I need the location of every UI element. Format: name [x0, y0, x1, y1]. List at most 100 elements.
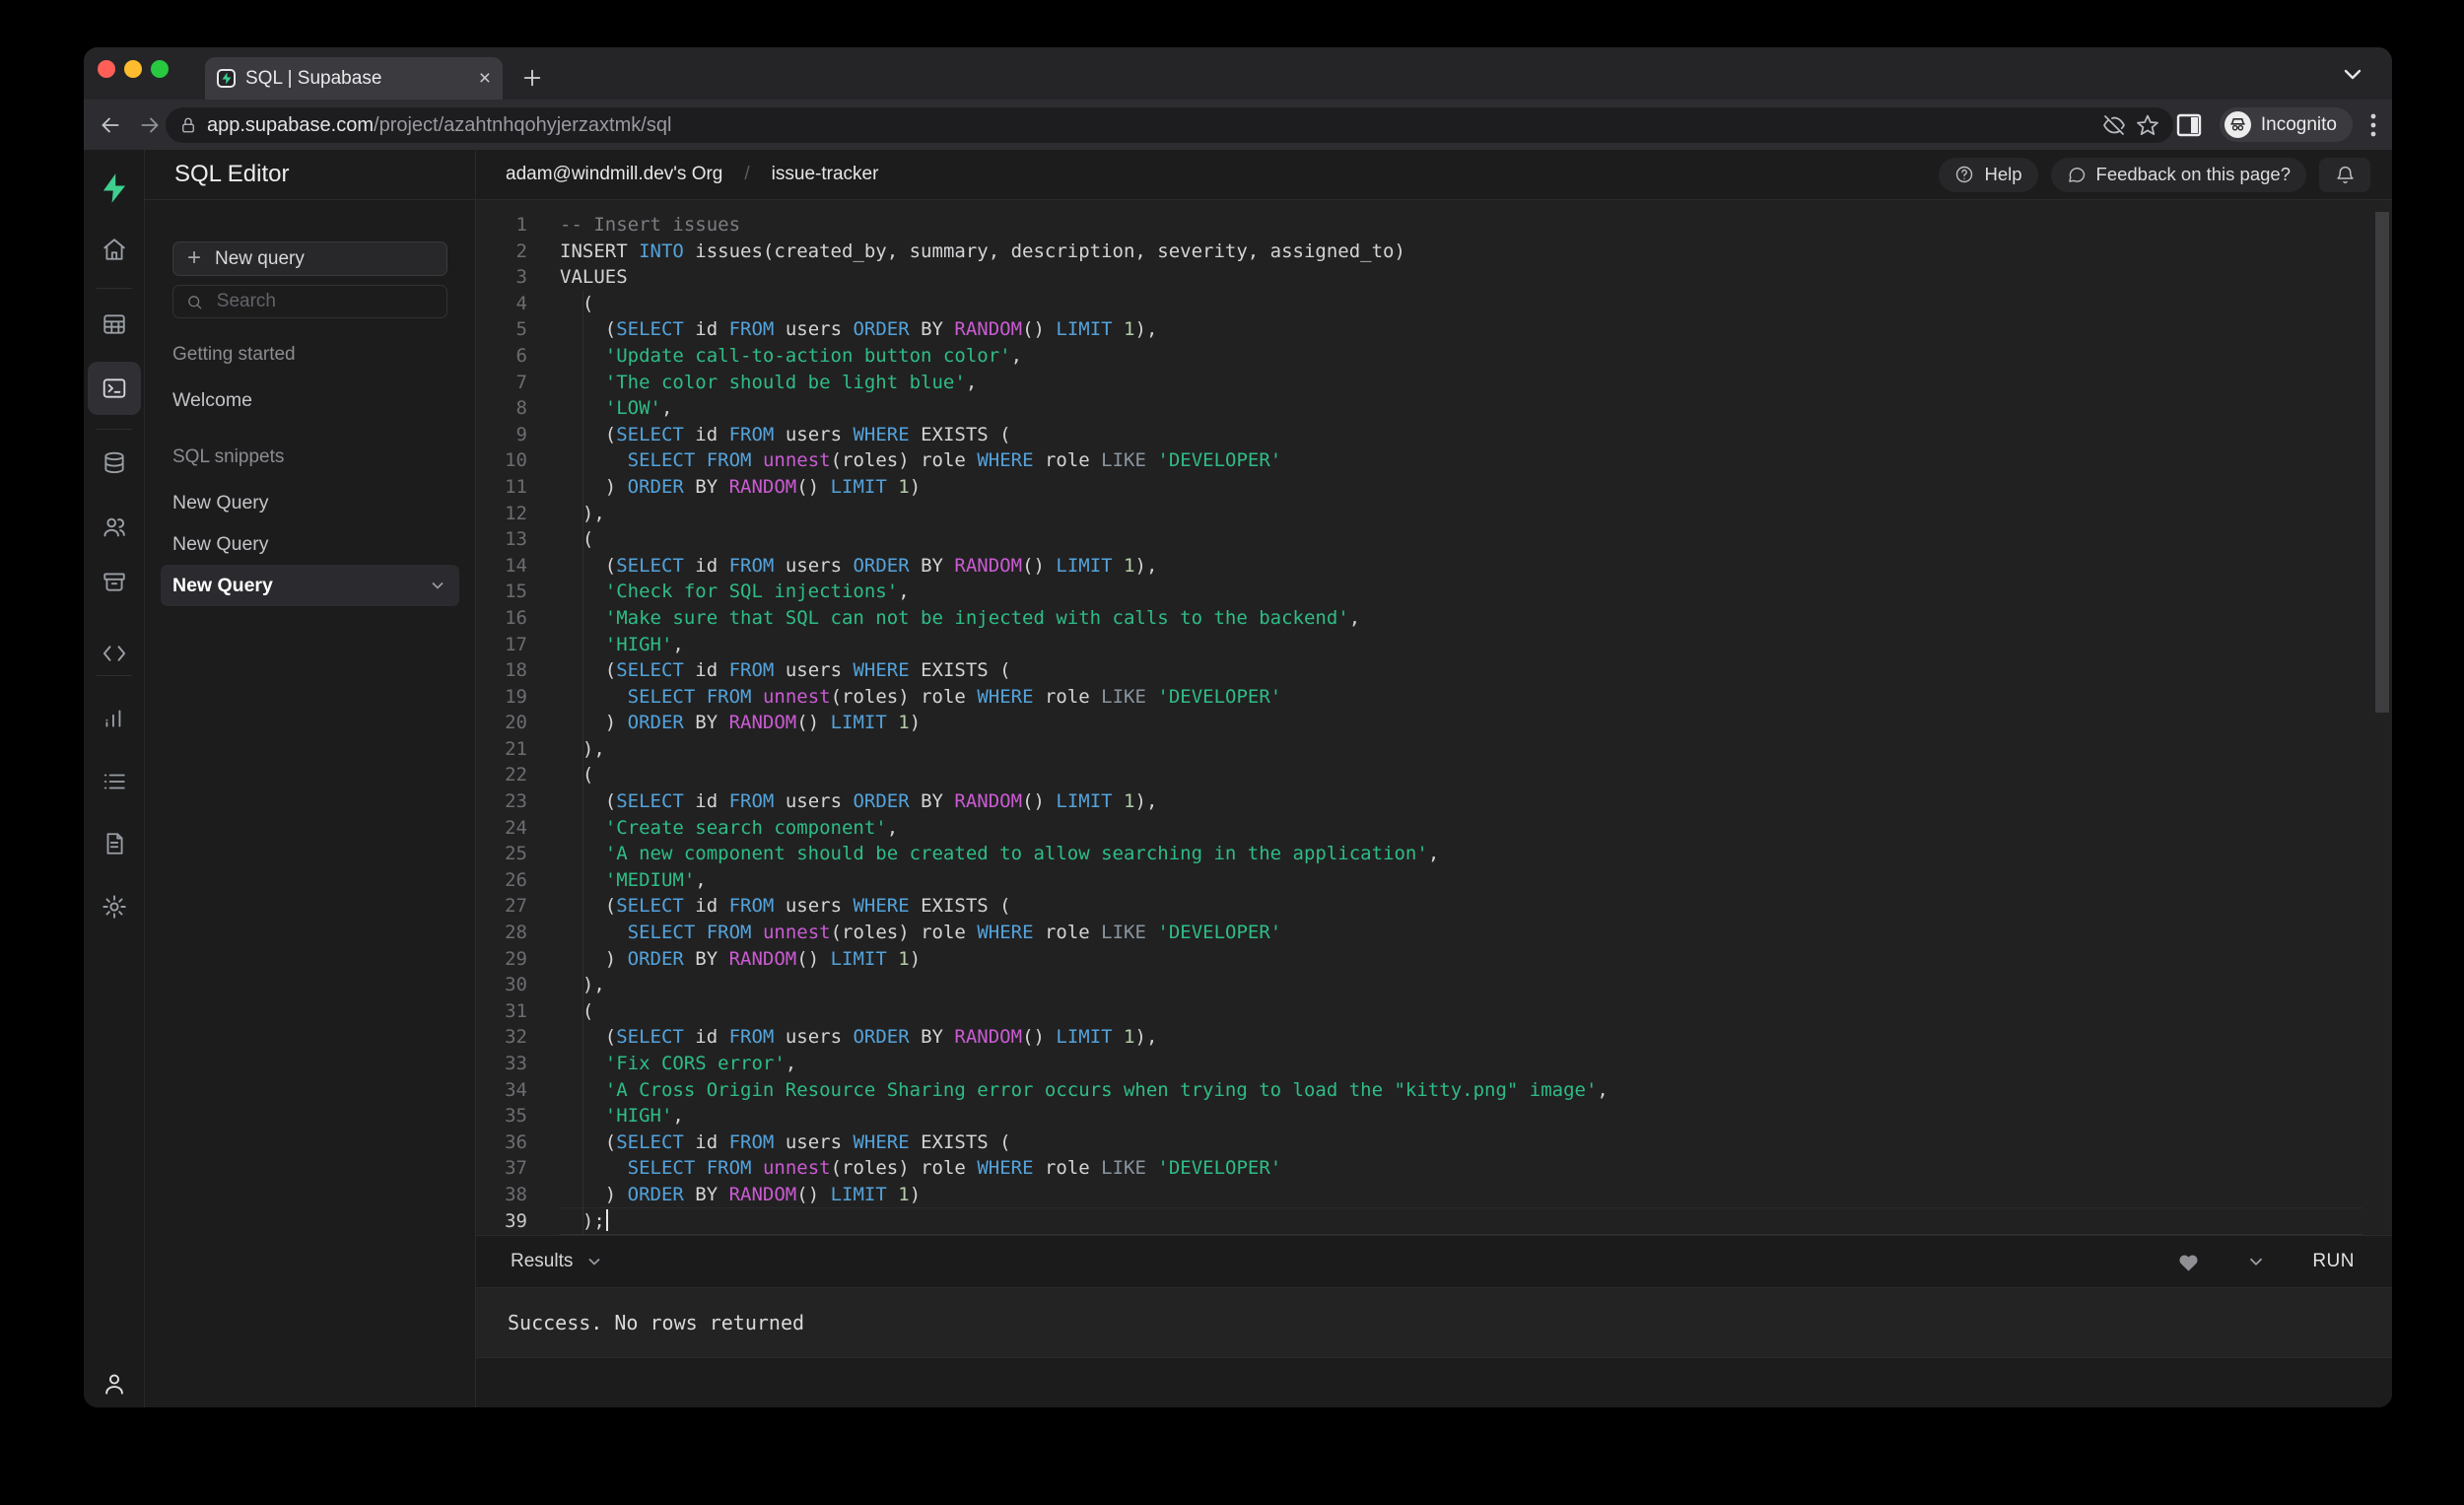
code-line[interactable]: ), — [560, 736, 2362, 763]
code-line[interactable]: (SELECT id FROM users ORDER BY RANDOM() … — [560, 553, 2362, 580]
close-window-button[interactable] — [98, 60, 115, 78]
sidebar-item[interactable]: Welcome — [161, 379, 459, 421]
browser-menu-icon[interactable] — [2370, 112, 2376, 138]
code-line[interactable]: ( — [560, 762, 2362, 788]
sql-editor-nav-active[interactable] — [88, 362, 141, 415]
code-line[interactable]: ( — [560, 526, 2362, 553]
favorite-heart-icon[interactable] — [2177, 1252, 2200, 1272]
sql-code-editor[interactable]: 1 2 3 4 5 6 7 8 9 10 11 12 13 14 15 16 17 18 19 20 21 22 23 24 2… — [476, 200, 2392, 1235]
code-line[interactable]: ( — [560, 291, 2362, 317]
line-number: 34 — [505, 1078, 527, 1101]
window-controls[interactable] — [98, 60, 169, 78]
code-line[interactable]: 'Check for SQL injections', — [560, 579, 2362, 605]
settings-gear-icon[interactable] — [101, 894, 127, 921]
code-line[interactable]: (SELECT id FROM users ORDER BY RANDOM() … — [560, 788, 2362, 815]
search-input[interactable] — [214, 290, 434, 313]
results-dropdown[interactable]: Results — [511, 1251, 604, 1272]
side-panel-icon[interactable] — [2176, 113, 2202, 137]
browser-tab[interactable]: SQL | Supabase × — [205, 57, 503, 100]
code-line[interactable]: 'Update call-to-action button color', — [560, 343, 2362, 370]
code-line[interactable]: ) ORDER BY RANDOM() LIMIT 1) — [560, 710, 2362, 736]
code-line[interactable]: 'Fix CORS error', — [560, 1051, 2362, 1077]
account-icon[interactable] — [101, 1371, 127, 1398]
url-path: /project/azahtnhqohyjerzaxtmk/sql — [374, 113, 672, 136]
help-button[interactable]: Help — [1939, 157, 2038, 192]
table-editor-icon[interactable] — [102, 311, 127, 337]
new-query-button[interactable]: + New query — [172, 241, 447, 276]
database-icon[interactable] — [102, 450, 127, 476]
home-icon[interactable] — [102, 237, 127, 262]
address-bar[interactable]: app.supabase.com/project/azahtnhqohyjerz… — [166, 107, 2173, 143]
line-number: 20 — [505, 712, 527, 734]
code-line[interactable]: (SELECT id FROM users ORDER BY RANDOM() … — [560, 316, 2362, 343]
storage-icon[interactable] — [102, 569, 127, 594]
code-line[interactable]: 'The color should be light blue', — [560, 370, 2362, 396]
notifications-button[interactable] — [2319, 157, 2370, 192]
code-line[interactable]: 'A Cross Origin Resource Sharing error o… — [560, 1077, 2362, 1104]
sidebar-item[interactable]: New Query — [161, 565, 459, 606]
new-tab-icon[interactable] — [521, 67, 543, 89]
code-line[interactable]: INSERT INTO issues(created_by, summary, … — [560, 239, 2362, 265]
run-options-chevron-icon[interactable] — [2245, 1251, 2267, 1272]
toolbar-right-cluster: Incognito — [2176, 107, 2376, 142]
supabase-favicon — [217, 69, 236, 88]
code-line[interactable]: (SELECT id FROM users WHERE EXISTS ( — [560, 422, 2362, 448]
code-line[interactable]: ) ORDER BY RANDOM() LIMIT 1) — [560, 474, 2362, 501]
code-line[interactable]: (SELECT id FROM users WHERE EXISTS ( — [560, 657, 2362, 684]
code-line[interactable]: ), — [560, 501, 2362, 527]
code-line[interactable]: 'LOW', — [560, 395, 2362, 422]
code-line[interactable]: 'Create search component', — [560, 815, 2362, 842]
code-line[interactable]: SELECT FROM unnest(roles) role WHERE rol… — [560, 684, 2362, 711]
eye-off-icon[interactable] — [2102, 113, 2126, 137]
code-line[interactable]: 'HIGH', — [560, 632, 2362, 658]
sidebar-item[interactable]: New Query — [161, 523, 459, 565]
code-line[interactable]: ); — [560, 1208, 2362, 1235]
logs-icon[interactable] — [102, 769, 127, 794]
auth-users-icon[interactable] — [101, 514, 127, 541]
code-line[interactable]: SELECT FROM unnest(roles) role WHERE rol… — [560, 1155, 2362, 1182]
breadcrumb-org[interactable]: adam@windmill.dev's Org — [506, 164, 722, 185]
code-line[interactable]: (SELECT id FROM users ORDER BY RANDOM() … — [560, 1024, 2362, 1051]
code-line[interactable]: 'HIGH', — [560, 1103, 2362, 1129]
line-number: 14 — [505, 554, 527, 577]
minimize-window-button[interactable] — [124, 60, 142, 78]
maximize-window-button[interactable] — [151, 60, 169, 78]
code-line[interactable]: (SELECT id FROM users WHERE EXISTS ( — [560, 893, 2362, 920]
api-docs-icon[interactable] — [102, 831, 127, 856]
code-line[interactable]: ) ORDER BY RANDOM() LIMIT 1) — [560, 1182, 2362, 1208]
sidebar-item[interactable]: New Query — [161, 482, 459, 523]
browser-window: SQL | Supabase × app.supabase.com/projec… — [84, 47, 2392, 1407]
feedback-button[interactable]: Feedback on this page? — [2050, 157, 2306, 192]
back-icon[interactable] — [98, 112, 123, 138]
editor-scrollbar-thumb[interactable] — [2375, 212, 2389, 713]
reports-icon[interactable] — [102, 706, 127, 731]
chevron-down-icon — [588, 1258, 600, 1266]
main-header: adam@windmill.dev's Org / issue-tracker … — [476, 150, 2392, 200]
code-line[interactable]: SELECT FROM unnest(roles) role WHERE rol… — [560, 447, 2362, 474]
code-line[interactable]: (SELECT id FROM users WHERE EXISTS ( — [560, 1129, 2362, 1156]
code-line[interactable]: -- Insert issues — [560, 212, 2362, 239]
breadcrumb-project[interactable]: issue-tracker — [772, 164, 879, 185]
line-number: 9 — [515, 423, 527, 445]
run-button[interactable]: RUN — [2312, 1251, 2355, 1272]
line-number: 33 — [505, 1053, 527, 1074]
code-line[interactable]: 'Make sure that SQL can not be injected … — [560, 605, 2362, 632]
code-line[interactable]: VALUES — [560, 264, 2362, 291]
code-line[interactable]: ( — [560, 998, 2362, 1025]
text-cursor — [605, 1208, 608, 1231]
line-number: 31 — [505, 999, 527, 1022]
code-line[interactable]: 'A new component should be created to al… — [560, 841, 2362, 867]
bookmark-star-icon[interactable] — [2136, 113, 2159, 137]
code-line[interactable]: ), — [560, 972, 2362, 998]
code-line[interactable]: ) ORDER BY RANDOM() LIMIT 1) — [560, 946, 2362, 973]
sidebar-item-label: New Query — [172, 574, 273, 596]
edge-functions-icon[interactable] — [101, 641, 127, 667]
tab-search-chevron-icon[interactable] — [2343, 69, 2362, 81]
code-line[interactable]: SELECT FROM unnest(roles) role WHERE rol… — [560, 920, 2362, 946]
section-label: Getting started — [172, 344, 296, 365]
forward-icon[interactable] — [137, 112, 163, 138]
search-box[interactable] — [172, 285, 447, 318]
supabase-logo[interactable] — [100, 172, 129, 204]
code-line[interactable]: 'MEDIUM', — [560, 867, 2362, 894]
tab-close-icon[interactable]: × — [479, 68, 491, 89]
